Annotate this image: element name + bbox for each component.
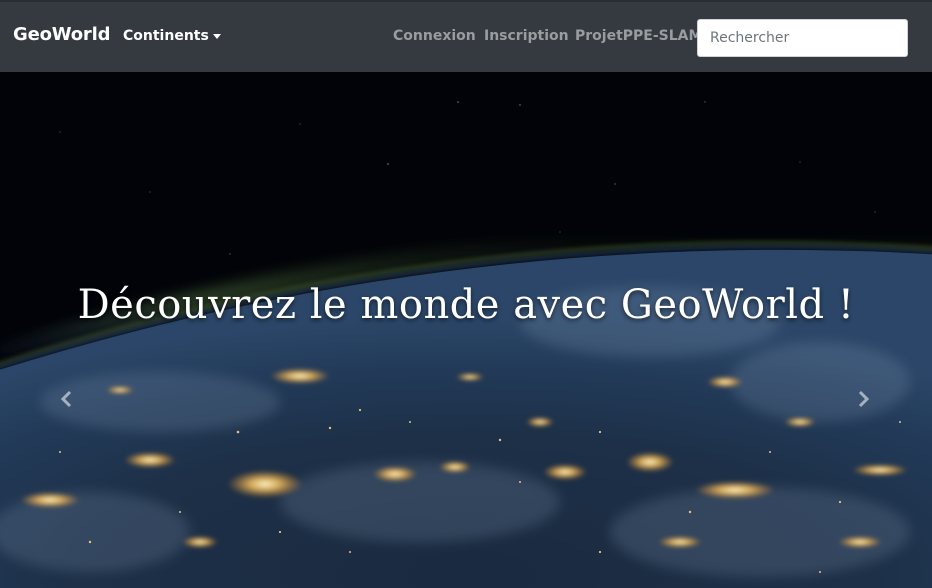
nav-link-connexion[interactable]: Connexion (393, 28, 476, 44)
nav-link-inscription[interactable]: Inscription (484, 28, 569, 44)
navbar: GeoWorld Continents Connexion Inscriptio… (0, 0, 932, 72)
brand-logo[interactable]: GeoWorld (13, 24, 110, 45)
earth-at-night-image (0, 72, 932, 588)
search-input[interactable] (697, 19, 908, 57)
carousel-caption: Découvrez le monde avec GeoWorld ! (77, 282, 855, 328)
continents-dropdown[interactable]: Continents (123, 28, 221, 44)
chevron-right-icon (858, 390, 870, 408)
nav-link-projet[interactable]: ProjetPPE-SLAM (575, 28, 702, 44)
continents-dropdown-label: Continents (123, 28, 209, 44)
carousel-prev-control[interactable] (56, 388, 78, 410)
caret-down-icon (212, 34, 221, 39)
hero-carousel (0, 72, 932, 588)
chevron-left-icon (60, 390, 72, 408)
carousel-next-control[interactable] (852, 388, 874, 410)
